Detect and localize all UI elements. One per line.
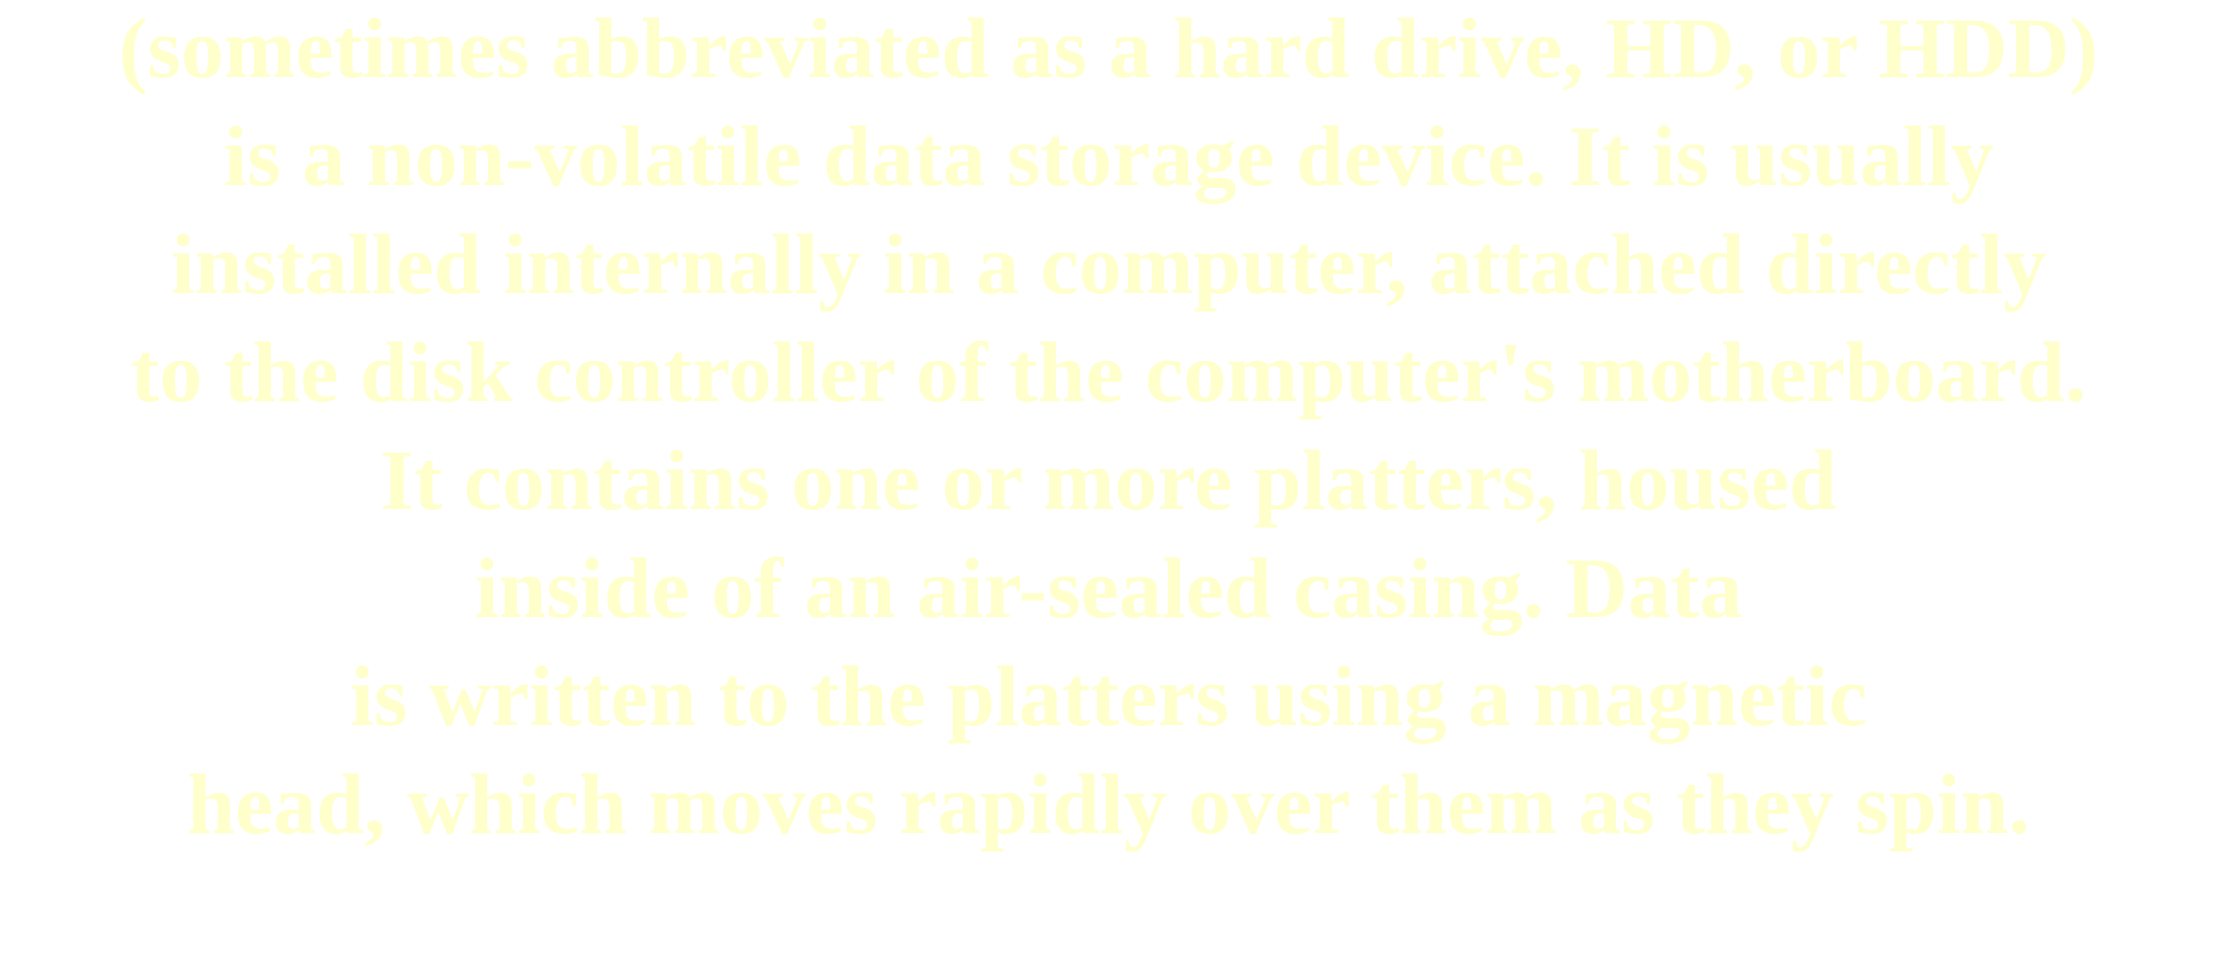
text-line-5: It contains one or more platters, housed [380, 432, 1837, 528]
text-line-4: to the disk controller of the computer's… [130, 324, 2087, 420]
document-paragraph: (sometimes abbreviated as a hard drive, … [0, 0, 2217, 858]
text-line-8: head, which moves rapidly over them as t… [187, 756, 2030, 852]
text-line-3: installed internally in a computer, atta… [170, 216, 2047, 312]
text-line-7: is written to the platters using a magne… [350, 648, 1867, 744]
text-line-6: inside of an air-sealed casing. Data [474, 540, 1743, 636]
text-line-2: is a non-volatile data storage device. I… [223, 108, 1994, 204]
text-line-1: (sometimes abbreviated as a hard drive, … [118, 0, 2099, 96]
